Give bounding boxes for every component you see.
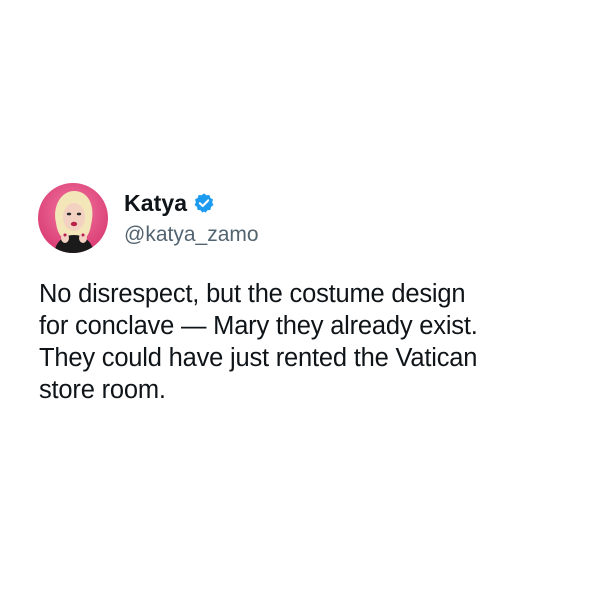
profile-avatar[interactable] xyxy=(38,183,108,253)
tweet-text-line: store room. xyxy=(39,376,166,404)
tweet-header: Katya @katya_zamo xyxy=(38,183,259,253)
tweet-body: No disrespect, but the costume design fo… xyxy=(39,278,569,406)
verified-badge-icon xyxy=(193,192,215,214)
display-name[interactable]: Katya xyxy=(124,189,187,217)
name-row: Katya xyxy=(124,187,259,219)
tweet-text-line: They could have just rented the Vatican xyxy=(39,344,478,372)
tweet-text-line: No disrespect, but the costume design xyxy=(39,280,466,308)
avatar-image xyxy=(38,183,108,253)
author-identity: Katya @katya_zamo xyxy=(124,187,259,249)
tweet-text-line: for conclave — Mary they already exist. xyxy=(39,312,478,340)
user-handle[interactable]: @katya_zamo xyxy=(124,221,259,249)
tweet-card: Katya @katya_zamo No disrespect, but the… xyxy=(0,0,599,599)
